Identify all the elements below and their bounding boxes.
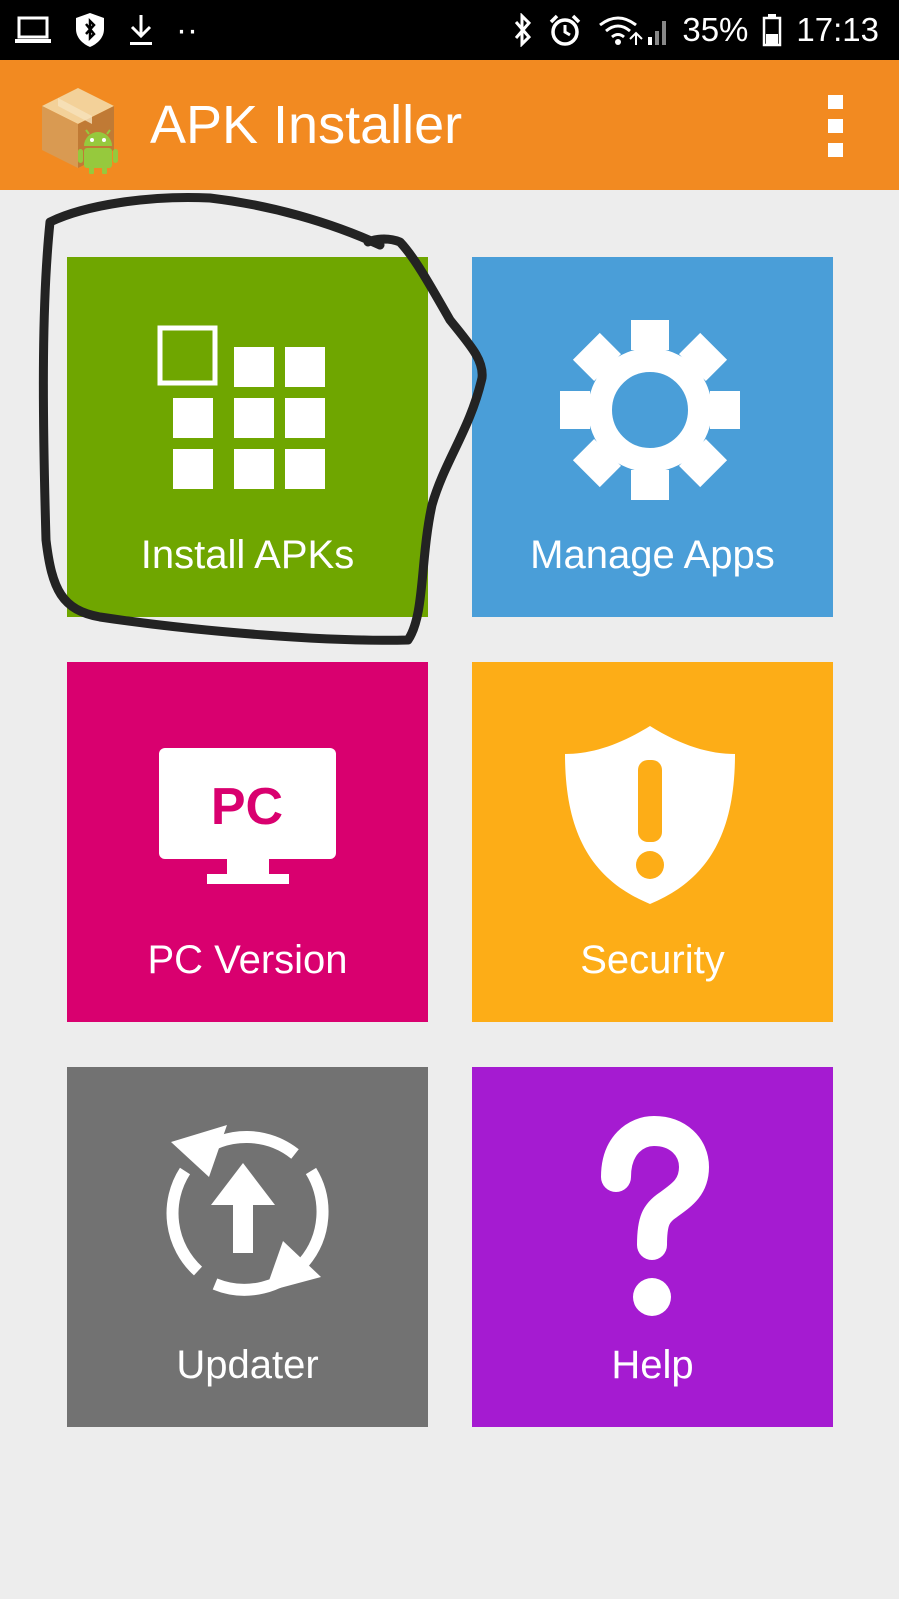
battery-icon (763, 14, 782, 47)
bluetooth-shield-icon (76, 13, 104, 47)
tile-label: Manage Apps (530, 533, 775, 577)
download-icon (130, 15, 152, 45)
question-icon (601, 1115, 710, 1316)
app-logo-icon (42, 88, 118, 174)
tile-label: Security (580, 938, 725, 982)
tile-label: Install APKs (140, 533, 355, 577)
pc-version-tile[interactable]: PC PC Version (67, 662, 428, 1022)
grid-icon (157, 325, 325, 489)
tile-label: PC Version (147, 938, 348, 982)
battery-percent: 35% (682, 11, 749, 48)
wifi-signal-icon (599, 16, 667, 45)
manage-apps-tile[interactable]: Manage Apps (472, 257, 833, 617)
updater-tile[interactable]: Updater (67, 1067, 428, 1427)
notification-dots: ·· (176, 11, 198, 48)
monitor-icon: PC (159, 748, 336, 884)
tile-label: Updater (176, 1343, 319, 1387)
install-apks-tile[interactable]: Install APKs (67, 257, 428, 617)
alarm-icon (550, 14, 581, 46)
app-bar: APK Installer (0, 60, 899, 190)
gear-icon (560, 320, 740, 500)
overflow-menu-button[interactable] (820, 95, 850, 157)
bluetooth-icon (515, 13, 532, 47)
app-title: APK Installer (150, 95, 463, 155)
shield-icon (565, 726, 735, 904)
refresh-upload-icon (166, 1125, 329, 1296)
status-bar: ·· 35% 17:13 (0, 0, 899, 60)
security-tile[interactable]: Security (472, 662, 833, 1022)
laptop-icon (15, 16, 51, 43)
clock: 17:13 (796, 11, 879, 48)
help-tile[interactable]: Help (472, 1067, 833, 1427)
tile-label: Help (611, 1343, 694, 1387)
monitor-pc-text: PC (211, 778, 283, 836)
